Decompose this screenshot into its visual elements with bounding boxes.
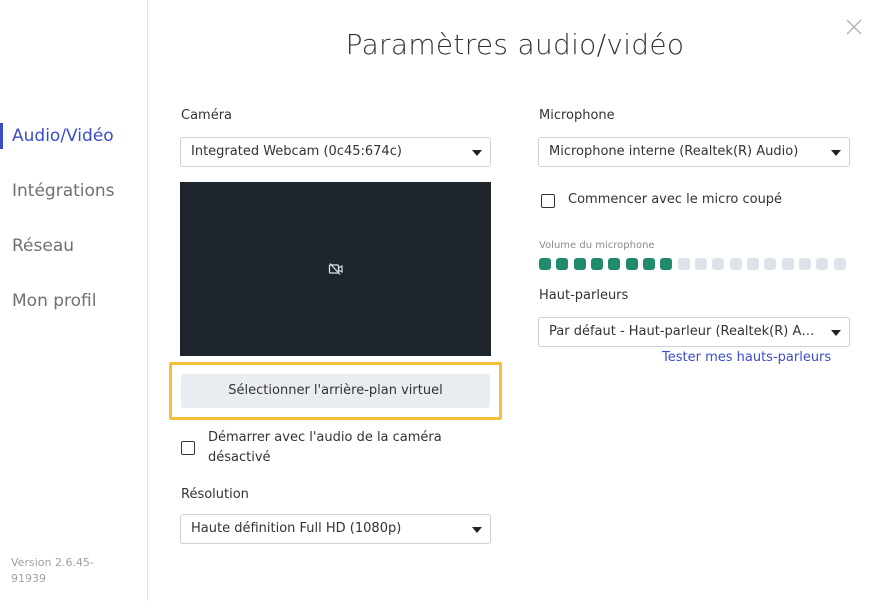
- volume-segment-inactive: [730, 258, 742, 270]
- sidebar-item-integrations[interactable]: Intégrations: [0, 175, 147, 207]
- camera-audio-muted-checkbox[interactable]: [181, 441, 195, 455]
- volume-segment-inactive: [712, 258, 724, 270]
- volume-segment-inactive: [799, 258, 811, 270]
- volume-segment-active: [626, 258, 638, 270]
- sidebar-item-audio-video[interactable]: Audio/Vidéo: [0, 120, 147, 152]
- dialog-title: Paramètres audio/vidéo: [345, 28, 685, 61]
- volume-meter: [539, 258, 851, 270]
- camera-off-icon: [328, 263, 343, 275]
- resolution-select[interactable]: Haute définition Full HD (1080p): [180, 514, 491, 544]
- volume-segment-active: [539, 258, 551, 270]
- version-text: Version 2.6.45-91939: [11, 556, 94, 585]
- volume-segment-inactive: [834, 258, 846, 270]
- microphone-label: Microphone: [539, 108, 615, 123]
- virtual-background-button[interactable]: Sélectionner l'arrière-plan virtuel: [181, 374, 490, 408]
- start-muted-checkbox[interactable]: [541, 194, 555, 208]
- volume-segment-inactive: [678, 258, 690, 270]
- chevron-down-icon: [472, 150, 482, 156]
- volume-segment-active: [556, 258, 568, 270]
- sidebar-item-network[interactable]: Réseau: [0, 230, 147, 262]
- camera-label: Caméra: [181, 108, 233, 123]
- microphone-select[interactable]: Microphone interne (Realtek(R) Audio): [538, 137, 850, 167]
- volume-label: Volume du microphone: [539, 240, 655, 251]
- sidebar-item-profile[interactable]: Mon profil: [0, 285, 147, 317]
- camera-select-value: Integrated Webcam (0c45:674c): [191, 144, 402, 159]
- resolution-label: Résolution: [181, 487, 249, 502]
- start-muted-label: Commencer avec le micro coupé: [568, 192, 783, 207]
- speakers-label: Haut-parleurs: [539, 288, 629, 303]
- virtual-background-highlight: Sélectionner l'arrière-plan virtuel: [169, 362, 502, 420]
- chevron-down-icon: [472, 527, 482, 533]
- volume-segment-inactive: [747, 258, 759, 270]
- speakers-select-value: Par défaut - Haut-parleur (Realtek(R) Au…: [549, 324, 819, 339]
- volume-segment-inactive: [816, 258, 828, 270]
- camera-audio-muted-label: Démarrer avec l'audio de la caméra désac…: [208, 430, 442, 465]
- volume-segment-inactive: [764, 258, 776, 270]
- volume-segment-active: [574, 258, 586, 270]
- volume-segment-active: [660, 258, 672, 270]
- settings-sidebar: Audio/Vidéo Intégrations Réseau Mon prof…: [0, 0, 148, 601]
- test-speakers-link[interactable]: Tester mes hauts-parleurs: [662, 350, 831, 365]
- microphone-select-value: Microphone interne (Realtek(R) Audio): [549, 144, 799, 159]
- volume-segment-active: [643, 258, 655, 270]
- volume-segment-active: [608, 258, 620, 270]
- resolution-select-value: Haute définition Full HD (1080p): [191, 521, 402, 536]
- volume-segment-inactive: [695, 258, 707, 270]
- camera-select[interactable]: Integrated Webcam (0c45:674c): [180, 137, 491, 167]
- volume-segment-inactive: [782, 258, 794, 270]
- speakers-select[interactable]: Par défaut - Haut-parleur (Realtek(R) Au…: [538, 317, 850, 347]
- chevron-down-icon: [831, 330, 841, 336]
- chevron-down-icon: [831, 150, 841, 156]
- camera-preview: [180, 182, 491, 356]
- volume-segment-active: [591, 258, 603, 270]
